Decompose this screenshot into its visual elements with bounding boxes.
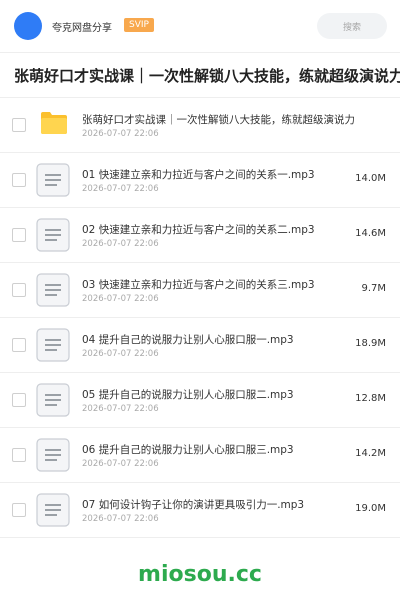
- select-checkbox[interactable]: [12, 393, 26, 407]
- search-button[interactable]: 搜索: [317, 13, 387, 39]
- share-title: 张萌好口才实战课｜一次性解锁八大技能，练就超级演说力: [14, 67, 400, 85]
- item-size: 12.8M: [355, 393, 386, 404]
- item-name: 张萌好口才实战课｜一次性解锁八大技能，练就超级演说力: [82, 114, 355, 126]
- item-size: 14.0M: [355, 173, 386, 184]
- item-name: 05 提升自己的说服力让别人心服口服二.mp3: [82, 389, 294, 401]
- select-checkbox[interactable]: [12, 503, 26, 517]
- document-icon: [36, 493, 70, 527]
- select-checkbox[interactable]: [12, 448, 26, 462]
- item-date: 2026-07-07 22:06: [82, 129, 159, 139]
- item-size: 19.0M: [355, 503, 386, 514]
- list-item-file[interactable]: 03 快速建立亲和力拉近与客户之间的关系三.mp3 2026-07-07 22:…: [0, 263, 400, 318]
- list-item-file[interactable]: 04 提升自己的说服力让别人心服口服一.mp3 2026-07-07 22:06…: [0, 318, 400, 373]
- select-checkbox[interactable]: [12, 173, 26, 187]
- folder-icon: [41, 112, 67, 134]
- select-checkbox[interactable]: [12, 228, 26, 242]
- list-item-file[interactable]: 05 提升自己的说服力让别人心服口服二.mp3 2026-07-07 22:06…: [0, 373, 400, 428]
- item-size: 9.7M: [361, 283, 386, 294]
- item-name: 01 快速建立亲和力拉近与客户之间的关系一.mp3: [82, 169, 315, 181]
- item-size: 18.9M: [355, 338, 386, 349]
- file-list: 张萌好口才实战课｜一次性解锁八大技能，练就超级演说力 2026-07-07 22…: [0, 98, 400, 538]
- document-icon: [36, 383, 70, 417]
- select-checkbox[interactable]: [12, 283, 26, 297]
- list-item-file[interactable]: 07 如何设计钩子让你的演讲更具吸引力一.mp3 2026-07-07 22:0…: [0, 483, 400, 538]
- item-date: 2026-07-07 22:06: [82, 184, 159, 194]
- search-placeholder: 搜索: [342, 22, 361, 33]
- list-item-file[interactable]: 02 快速建立亲和力拉近与客户之间的关系二.mp3 2026-07-07 22:…: [0, 208, 400, 263]
- select-checkbox[interactable]: [12, 118, 26, 132]
- svip-badge: SVIP: [124, 18, 154, 32]
- list-item-file[interactable]: 06 提升自己的说服力让别人心服口服三.mp3 2026-07-07 22:06…: [0, 428, 400, 483]
- document-icon: [36, 273, 70, 307]
- item-size: 14.2M: [355, 448, 386, 459]
- header-divider: [0, 52, 400, 53]
- site-name: 夸克网盘分享: [52, 23, 112, 34]
- watermark: miosou.cc: [138, 562, 262, 587]
- item-date: 2026-07-07 22:06: [82, 349, 159, 359]
- item-name: 03 快速建立亲和力拉近与客户之间的关系三.mp3: [82, 279, 315, 291]
- item-name: 06 提升自己的说服力让别人心服口服三.mp3: [82, 444, 294, 456]
- item-date: 2026-07-07 22:06: [82, 294, 159, 304]
- avatar[interactable]: [14, 12, 42, 40]
- item-date: 2026-07-07 22:06: [82, 404, 159, 414]
- select-checkbox[interactable]: [12, 338, 26, 352]
- list-item-file[interactable]: 01 快速建立亲和力拉近与客户之间的关系一.mp3 2026-07-07 22:…: [0, 153, 400, 208]
- item-size: 14.6M: [355, 228, 386, 239]
- document-icon: [36, 218, 70, 252]
- list-item-folder[interactable]: 张萌好口才实战课｜一次性解锁八大技能，练就超级演说力 2026-07-07 22…: [0, 98, 400, 153]
- item-name: 02 快速建立亲和力拉近与客户之间的关系二.mp3: [82, 224, 315, 236]
- item-name: 04 提升自己的说服力让别人心服口服一.mp3: [82, 334, 294, 346]
- document-icon: [36, 163, 70, 197]
- item-date: 2026-07-07 22:06: [82, 459, 159, 469]
- item-date: 2026-07-07 22:06: [82, 514, 159, 524]
- document-icon: [36, 438, 70, 472]
- item-date: 2026-07-07 22:06: [82, 239, 159, 249]
- document-icon: [36, 328, 70, 362]
- top-bar: 夸克网盘分享 SVIP 搜索: [0, 0, 400, 52]
- item-name: 07 如何设计钩子让你的演讲更具吸引力一.mp3: [82, 499, 305, 511]
